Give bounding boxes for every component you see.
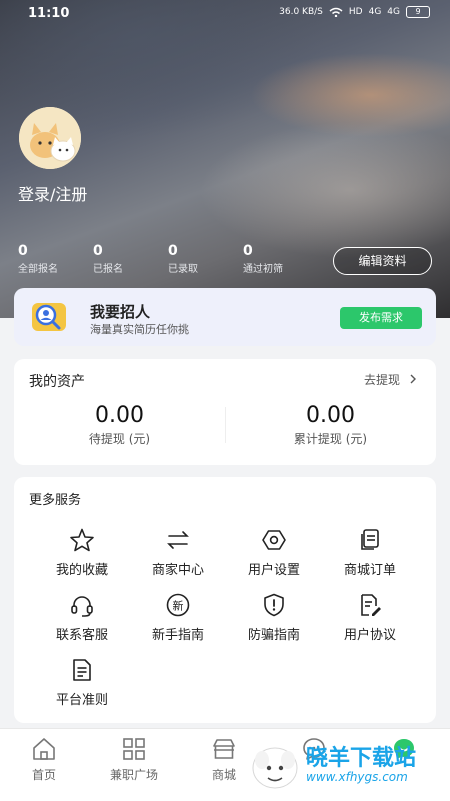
star-icon <box>70 528 94 552</box>
wifi-icon <box>329 7 343 17</box>
service-anti-fraud-guide[interactable]: 防骗指南 <box>226 592 322 643</box>
stat-screened[interactable]: 0 通过初筛 <box>243 243 283 275</box>
cat-avatar-icon <box>19 107 81 169</box>
service-platform-rules[interactable]: 平台准则 <box>34 657 130 708</box>
pending-withdraw-label: 待提现 (元) <box>88 432 151 446</box>
service-merchant-center[interactable]: 商家中心 <box>130 527 226 578</box>
service-label: 我的收藏 <box>55 563 108 578</box>
service-label: 商城订单 <box>343 563 396 578</box>
services-title: 更多服务 <box>29 493 82 508</box>
status-icons: 36.0 KB/S HD 4G 4G 9 <box>279 6 430 18</box>
service-label: 联系客服 <box>55 628 108 643</box>
grid-icon <box>123 738 145 760</box>
home-icon <box>33 738 55 760</box>
swap-icon <box>167 531 189 549</box>
signal-icon: 4G <box>368 7 382 17</box>
service-label: 新手指南 <box>151 628 204 643</box>
login-register-link[interactable]: 登录/注册 <box>18 181 87 205</box>
service-label: 用户协议 <box>343 628 396 643</box>
tab-label: 兼职广场 <box>109 768 158 782</box>
tab-part-time-square[interactable]: 兼职广场 <box>94 735 174 783</box>
stat-value: 0 <box>168 243 178 259</box>
watermark: 晓羊下载站 www.xfhygs.com <box>248 738 448 794</box>
net-speed: 36.0 KB/S <box>279 7 323 17</box>
avatar[interactable] <box>19 107 81 169</box>
publish-demand-button[interactable]: 发布需求 <box>340 307 422 329</box>
pending-withdraw[interactable]: 0.00 待提现 (元) <box>14 403 225 447</box>
headset-icon <box>71 596 93 617</box>
stat-label: 已录取 <box>168 264 198 275</box>
hd-icon: HD <box>348 7 363 17</box>
withdraw-link[interactable]: 去提现 <box>364 371 418 388</box>
doc-icon <box>73 659 91 681</box>
service-user-agreement[interactable]: 用户协议 <box>322 592 418 643</box>
doc-sign-icon <box>361 594 381 616</box>
battery-icon: 9 <box>406 6 430 18</box>
service-label: 防骗指南 <box>247 628 300 643</box>
stat-hired[interactable]: 0 已录取 <box>168 243 198 275</box>
withdraw-link-label: 去提现 <box>364 373 401 387</box>
status-time: 11:10 <box>28 6 70 21</box>
services-card: 更多服务 我的收藏 商家中心 用户设置 商城订单 联系客服 新 新手指南 防骗指… <box>14 477 436 723</box>
recruit-title: 我要招人 <box>90 303 151 321</box>
service-label: 商家中心 <box>151 563 204 578</box>
tab-home[interactable]: 首页 <box>4 735 84 783</box>
chevron-right-icon <box>410 374 416 384</box>
total-withdraw-value: 0.00 <box>306 403 355 428</box>
stat-value: 0 <box>93 243 103 259</box>
stat-value: 0 <box>243 243 253 259</box>
service-user-settings[interactable]: 用户设置 <box>226 527 322 578</box>
signal-icon-2: 4G <box>387 7 400 17</box>
service-label: 用户设置 <box>247 563 300 578</box>
edit-profile-button[interactable]: 编辑资料 <box>333 247 432 275</box>
recruit-search-icon <box>32 303 66 331</box>
stat-label: 已报名 <box>93 264 123 275</box>
service-label: 平台准则 <box>55 693 108 708</box>
tab-label: 首页 <box>31 768 56 782</box>
service-shop-orders[interactable]: 商城订单 <box>322 527 418 578</box>
stat-label: 通过初筛 <box>243 264 283 275</box>
status-bar: 11:10 36.0 KB/S HD 4G 4G 9 <box>0 0 450 28</box>
total-withdraw-label: 累计提现 (元) <box>293 432 368 446</box>
watermark-text: 晓羊下载站 <box>306 746 417 771</box>
service-customer-support[interactable]: 联系客服 <box>34 592 130 643</box>
new-badge-icon: 新 <box>166 593 190 617</box>
assets-title: 我的资产 <box>29 374 85 390</box>
stat-value: 0 <box>18 243 28 259</box>
shield-alert-icon <box>264 593 284 617</box>
service-favorites[interactable]: 我的收藏 <box>34 527 130 578</box>
orders-icon <box>361 529 379 550</box>
watermark-url: www.xfhygs.com <box>306 770 408 784</box>
shop-icon <box>213 739 235 759</box>
stat-applied[interactable]: 0 已报名 <box>93 243 123 275</box>
assets-card: 我的资产 去提现 0.00 待提现 (元) 0.00 累计提现 (元) <box>14 359 436 465</box>
total-withdraw[interactable]: 0.00 累计提现 (元) <box>225 403 436 447</box>
sheep-logo-icon <box>252 747 298 789</box>
pending-withdraw-value: 0.00 <box>95 403 144 428</box>
svg-text:新: 新 <box>173 599 184 613</box>
hex-nut-icon <box>262 530 286 550</box>
stat-all-applications[interactable]: 0 全部报名 <box>18 243 58 275</box>
recruit-subtitle: 海量真实简历任你挑 <box>90 323 189 336</box>
stat-label: 全部报名 <box>18 264 58 275</box>
service-beginner-guide[interactable]: 新 新手指南 <box>130 592 226 643</box>
recruit-banner[interactable]: 我要招人 海量真实简历任你挑 发布需求 <box>14 288 436 346</box>
